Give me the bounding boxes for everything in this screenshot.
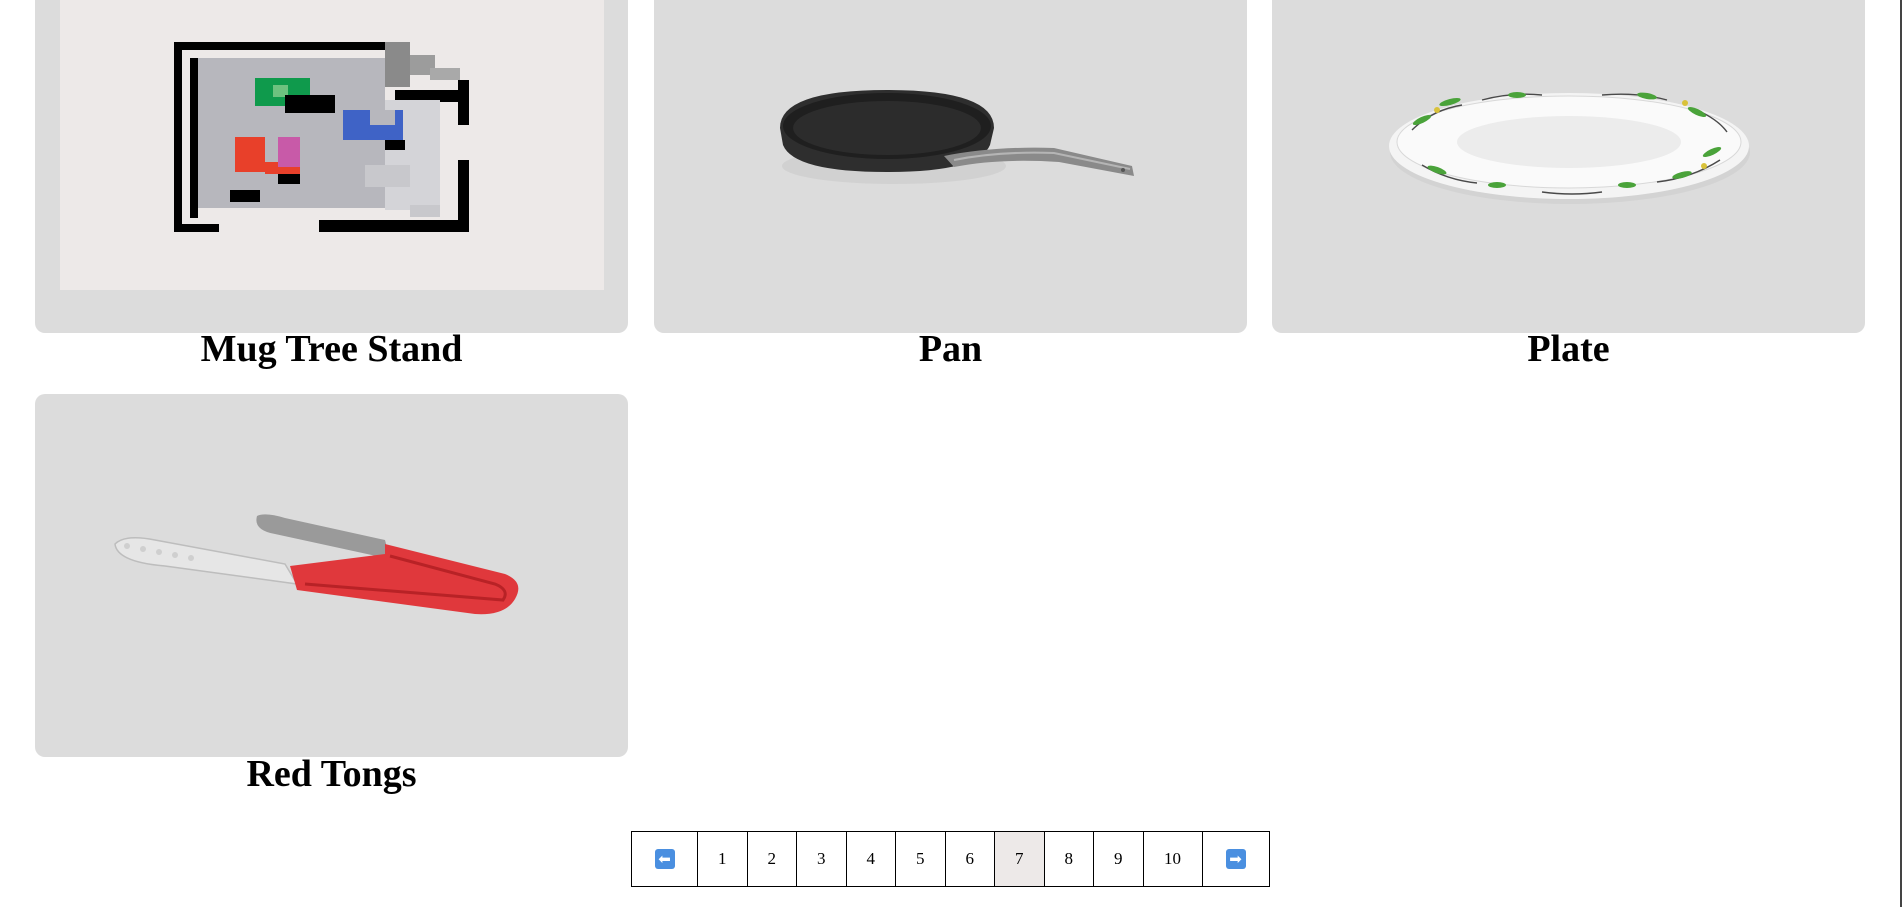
pan-image (780, 90, 1134, 184)
arrow-right-icon: ➡ (1225, 849, 1246, 869)
product-card-mug-tree-stand[interactable] (35, 0, 628, 333)
page-button-7-current[interactable]: 7 (995, 832, 1045, 886)
arrow-left-icon: ⬅ (654, 849, 675, 869)
product-card-red-tongs[interactable] (35, 394, 628, 757)
page-button-5[interactable]: 5 (896, 832, 946, 886)
product-title[interactable]: Plate (1272, 327, 1865, 371)
page-button-10[interactable]: 10 (1144, 832, 1203, 886)
product-title[interactable]: Pan (654, 327, 1247, 371)
page-button-8[interactable]: 8 (1045, 832, 1094, 886)
product-title[interactable]: Red Tongs (35, 752, 628, 796)
page-button-1[interactable]: 1 (698, 832, 748, 886)
page-button-4[interactable]: 4 (847, 832, 896, 886)
pagination: ⬅ 1 2 3 4 5 6 7 8 9 10 ➡ (631, 831, 1270, 887)
plate-image (1389, 92, 1750, 204)
prev-page-button[interactable]: ⬅ (632, 832, 698, 886)
next-page-button[interactable]: ➡ (1203, 832, 1269, 886)
product-title[interactable]: Mug Tree Stand (35, 327, 628, 371)
page-button-6[interactable]: 6 (946, 832, 995, 886)
page-edge-line (1900, 0, 1902, 907)
product-card-pan[interactable] (654, 0, 1247, 333)
page-button-2[interactable]: 2 (748, 832, 797, 886)
page-button-3[interactable]: 3 (797, 832, 847, 886)
tongs-image (114, 514, 519, 615)
broken-image-icon (60, 0, 604, 290)
page-button-9[interactable]: 9 (1094, 832, 1144, 886)
product-card-plate[interactable] (1272, 0, 1865, 333)
